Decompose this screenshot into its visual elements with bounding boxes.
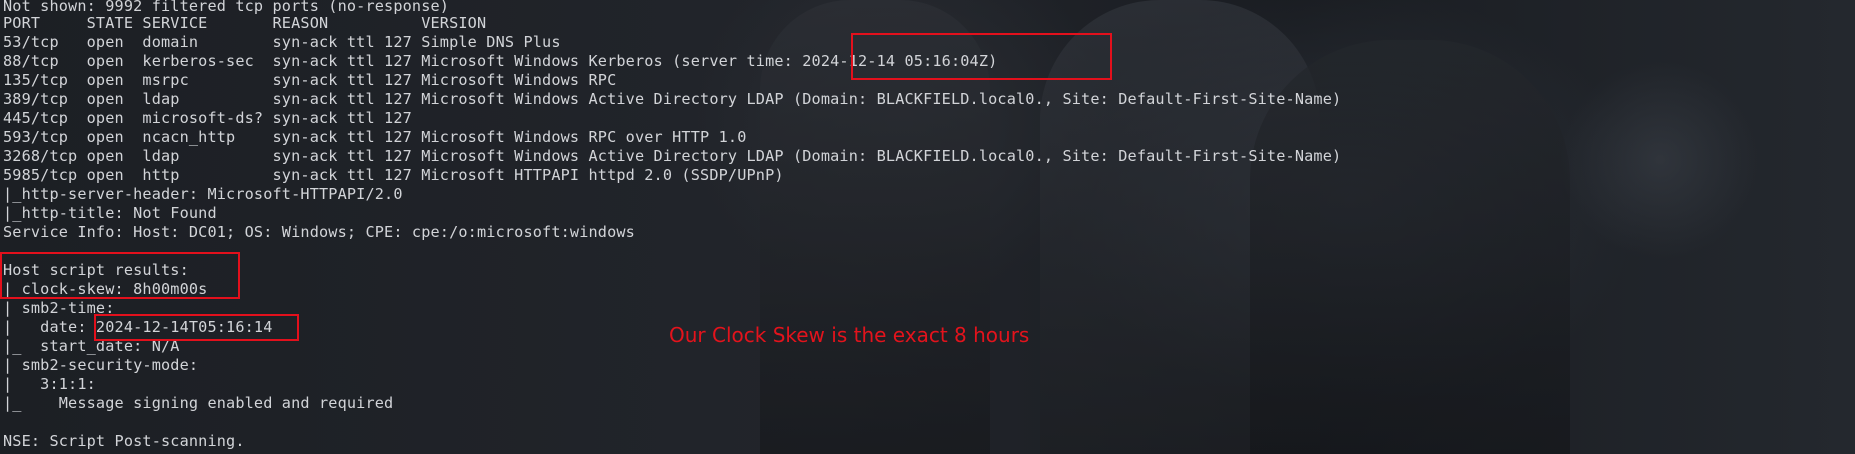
terminal-line: |_http-title: Not Found (3, 204, 217, 222)
smb2-date-highlight-box (94, 314, 299, 341)
terminal-line: Service Info: Host: DC01; OS: Windows; C… (3, 223, 635, 241)
terminal-line: 3268/tcp open ldap syn-ack ttl 127 Micro… (3, 147, 1342, 165)
clock-skew-annotation: Our Clock Skew is the exact 8 hours (669, 323, 1030, 347)
terminal-line: | 3:1:1: (3, 375, 96, 393)
terminal-line: 445/tcp open microsoft-ds? syn-ack ttl 1… (3, 109, 412, 127)
terminal-line: 389/tcp open ldap syn-ack ttl 127 Micros… (3, 90, 1342, 108)
terminal-line: 593/tcp open ncacn_http syn-ack ttl 127 … (3, 128, 747, 146)
terminal-line: 135/tcp open msrpc syn-ack ttl 127 Micro… (3, 71, 617, 89)
terminal-line: 53/tcp open domain syn-ack ttl 127 Simpl… (3, 33, 561, 51)
terminal-line: |_http-server-header: Microsoft-HTTPAPI/… (3, 185, 403, 203)
terminal-line: 88/tcp open kerberos-sec syn-ack ttl 127… (3, 52, 998, 70)
terminal-line: | smb2-security-mode: (3, 356, 199, 374)
terminal-line: NSE: Script Post-scanning. (3, 432, 245, 450)
terminal-line: |_ Message signing enabled and required (3, 394, 394, 412)
terminal-line: 5985/tcp open http syn-ack ttl 127 Micro… (3, 166, 784, 184)
server-time-highlight-box (851, 33, 1112, 80)
terminal-line: PORT STATE SERVICE REASON VERSION (3, 14, 487, 32)
clock-skew-highlight-box (0, 252, 240, 299)
